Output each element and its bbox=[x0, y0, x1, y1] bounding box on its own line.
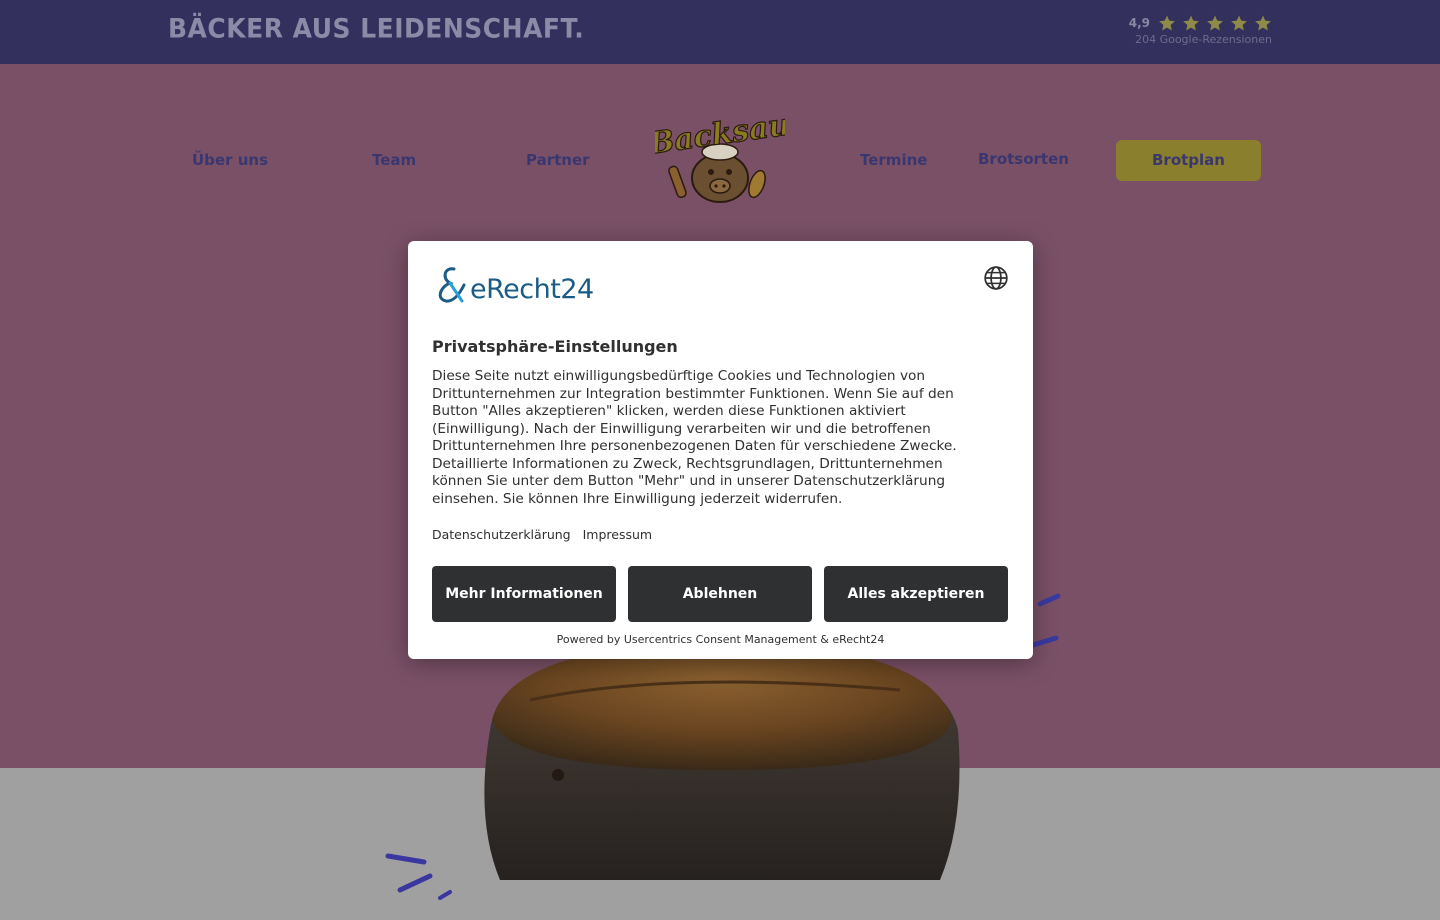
decorative-stroke-icon bbox=[385, 853, 452, 900]
more-info-button[interactable]: Mehr Informationen bbox=[432, 566, 616, 622]
google-rating[interactable]: 4,9 bbox=[1129, 14, 1272, 32]
deny-button[interactable]: Ablehnen bbox=[628, 566, 812, 622]
nav-termine[interactable]: Termine bbox=[860, 151, 927, 169]
backsau-logo[interactable]: Backsau bbox=[645, 107, 793, 208]
star-icon bbox=[1183, 15, 1199, 31]
brand-text: eRecht24 bbox=[470, 274, 594, 305]
nav-partner[interactable]: Partner bbox=[526, 151, 590, 169]
consent-description: Diese Seite nutzt einwilligungsbedürftig… bbox=[432, 368, 957, 507]
ampersand-logo-icon bbox=[438, 267, 466, 303]
pig-logo-icon: Backsau bbox=[645, 107, 793, 203]
star-icon bbox=[1231, 15, 1247, 31]
nav-brotsorten[interactable]: Brotsorten bbox=[978, 150, 1069, 168]
powered-by-text: Powered by Usercentrics Consent Manageme… bbox=[556, 633, 885, 646]
globe-icon[interactable] bbox=[983, 265, 1009, 291]
consent-dialog: eRecht24 Privatsphäre-Einstellungen Dies… bbox=[408, 241, 1033, 659]
consent-title: Privatsphäre-Einstellungen bbox=[432, 337, 678, 356]
erecht24-logo: eRecht24 bbox=[432, 265, 594, 305]
imprint-link[interactable]: Impressum bbox=[583, 527, 652, 542]
star-icon bbox=[1255, 15, 1271, 31]
rating-count[interactable]: 204 Google-Rezensionen bbox=[1135, 33, 1272, 46]
star-icon bbox=[1159, 15, 1175, 31]
accept-all-button[interactable]: Alles akzeptieren bbox=[824, 566, 1008, 622]
brotplan-button[interactable]: Brotplan bbox=[1116, 140, 1261, 181]
privacy-policy-link[interactable]: Datenschutzerklärung bbox=[432, 527, 571, 542]
bread-image bbox=[484, 642, 960, 880]
consent-links: Datenschutzerklärung Impressum bbox=[432, 527, 652, 542]
star-icon bbox=[1207, 15, 1223, 31]
top-bar: BÄCKER AUS LEIDENSCHAFT. 4,9 204 Google-… bbox=[0, 0, 1440, 64]
nav-team[interactable]: Team bbox=[372, 151, 416, 169]
nav-about[interactable]: Über uns bbox=[192, 151, 268, 169]
rating-value: 4,9 bbox=[1128, 16, 1150, 30]
tagline: BÄCKER AUS LEIDENSCHAFT. bbox=[168, 13, 585, 44]
